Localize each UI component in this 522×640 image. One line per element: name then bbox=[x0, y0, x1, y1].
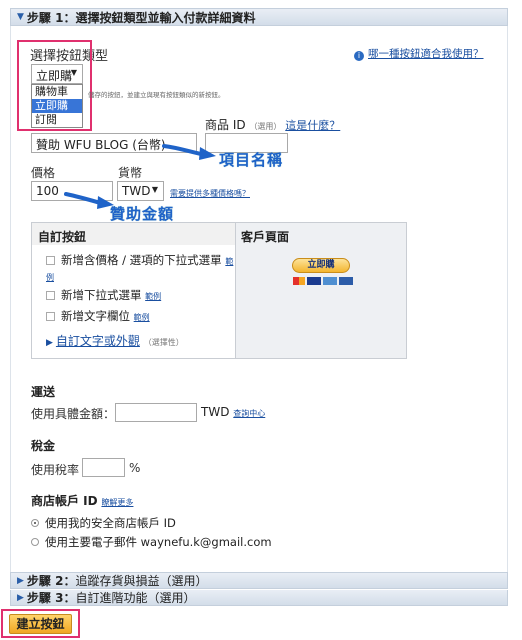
custom-option-2[interactable]: 新增下拉式選單 範例 bbox=[46, 287, 161, 303]
checkbox-icon[interactable] bbox=[46, 291, 55, 300]
price-label: 價格 bbox=[31, 166, 56, 180]
caret-right-icon: ▶ bbox=[46, 338, 53, 348]
merchant-option-1[interactable]: 使用我的安全商店帳戶 ID bbox=[31, 515, 176, 531]
shipping-label: 使用具體金額： bbox=[31, 407, 116, 421]
checkbox-icon[interactable] bbox=[46, 312, 55, 321]
custom-option-2-text: 新增下拉式選單 bbox=[61, 288, 142, 302]
annotation-amount: 贊助金額 bbox=[110, 205, 175, 223]
step3-header[interactable]: ▶ 步驟 3： 自訂進階功能（選用） bbox=[10, 590, 508, 606]
custom-option-3-text: 新增文字欄位 bbox=[61, 309, 130, 323]
custom-option-1-text: 新增含價格 / 選項的下拉式選單 bbox=[61, 253, 222, 267]
help-circle-icon: i bbox=[354, 51, 364, 61]
customize-appearance-row[interactable]: ▶ 自訂文字或外觀 （選擇性） bbox=[46, 332, 184, 349]
bank-icon bbox=[339, 277, 353, 285]
annotation-item-name: 項目名稱 bbox=[219, 151, 284, 169]
custom-option-3[interactable]: 新增文字欄位 範例 bbox=[46, 308, 150, 324]
currency-value: TWD bbox=[122, 184, 151, 198]
shipping-unit: TWD bbox=[201, 405, 230, 419]
shipping-title: 運送 bbox=[31, 385, 56, 399]
shipping-help-link[interactable]: 查詢中心 bbox=[233, 409, 265, 418]
checkbox-icon[interactable] bbox=[46, 256, 55, 265]
merchant-option-2-text: 使用主要電子郵件 waynefu.k@gmail.com bbox=[45, 535, 272, 549]
custom-option-2-example[interactable]: 範例 bbox=[145, 292, 161, 301]
price-value: 100 bbox=[36, 184, 59, 198]
multi-price-link[interactable]: 需要提供多種價格嗎？ bbox=[170, 188, 250, 199]
step2-subtitle: 追蹤存貨與損益（選用） bbox=[75, 574, 208, 588]
collapse-arrow-icon: ▼ bbox=[17, 12, 24, 22]
product-id-label-row: 商品 ID （選用） 這是什麼？ bbox=[205, 116, 340, 133]
merchant-option-1-text: 使用我的安全商店帳戶 ID bbox=[45, 516, 176, 530]
create-button[interactable]: 建立按鈕 bbox=[9, 614, 72, 634]
create-button-label: 建立按鈕 bbox=[16, 617, 65, 631]
product-id-label: 商品 ID bbox=[205, 118, 246, 132]
currency-label: 貨幣 bbox=[118, 166, 143, 180]
tax-label: 使用稅率 bbox=[31, 463, 80, 477]
step2-header[interactable]: ▶ 步驟 2： 追蹤存貨與損益（選用） bbox=[10, 572, 508, 589]
merchant-title: 商店帳戶 ID bbox=[31, 494, 98, 508]
shipping-input[interactable] bbox=[115, 403, 197, 422]
custom-option-3-example[interactable]: 範例 bbox=[134, 313, 150, 322]
preview-title: 客戶頁面 bbox=[241, 230, 290, 244]
item-name-value: 贊助 WFU BLOG (台幣) bbox=[36, 138, 166, 152]
customize-optional: （選擇性） bbox=[143, 338, 184, 347]
step3-title: 步驟 3： bbox=[26, 591, 76, 605]
step1-header[interactable]: ▼ 步驟 1：選擇按鈕類型並輸入付款詳細資料 bbox=[10, 8, 508, 26]
expand-arrow-icon: ▶ bbox=[17, 575, 24, 586]
custom-button-title: 自訂按鈕 bbox=[38, 230, 87, 244]
expand-arrow-icon: ▶ bbox=[17, 592, 24, 603]
help-link[interactable]: i 哪一種按鈕適合我使用？ bbox=[354, 46, 484, 61]
step3-subtitle: 自訂進階功能（選用） bbox=[75, 591, 196, 605]
step2-title: 步驟 2： bbox=[26, 574, 76, 588]
amex-icon bbox=[323, 277, 337, 285]
merchant-learn-more[interactable]: 瞭解更多 bbox=[101, 498, 133, 507]
tax-rate-input[interactable] bbox=[82, 458, 125, 477]
shipping-unit-row: TWD 查詢中心 bbox=[201, 405, 265, 419]
merchant-option-2[interactable]: 使用主要電子郵件 waynefu.k@gmail.com bbox=[31, 534, 272, 550]
step1-title: 步驟 1：選擇按鈕類型並輸入付款詳細資料 bbox=[26, 10, 256, 25]
button-type-highlight bbox=[17, 40, 92, 131]
merchant-title-row: 商店帳戶 ID 瞭解更多 bbox=[31, 492, 133, 509]
tax-unit: % bbox=[129, 461, 141, 475]
paypal-buy-now-button: 立即購 bbox=[292, 258, 350, 273]
button-type-hint: 儲存的按鈕，並建立與現有按鈕類似的新按鈕。 bbox=[88, 91, 225, 99]
paypal-button-label: 立即購 bbox=[307, 260, 335, 270]
custom-option-1[interactable]: 新增含價格 / 選項的下拉式選單 範例 bbox=[46, 253, 236, 285]
card-logos bbox=[293, 277, 353, 285]
radio-selected-icon[interactable] bbox=[31, 519, 39, 527]
help-link-text: 哪一種按鈕適合我使用？ bbox=[368, 48, 484, 60]
customize-appearance-link: 自訂文字或外觀 bbox=[55, 334, 140, 348]
product-id-optional: （選用） bbox=[249, 122, 282, 131]
mastercard-icon bbox=[293, 277, 305, 285]
what-is-this-link[interactable]: 這是什麼？ bbox=[285, 119, 340, 132]
visa-icon bbox=[307, 277, 321, 285]
chevron-down-icon: ▼ bbox=[151, 185, 158, 194]
currency-select[interactable]: TWD ▼ bbox=[117, 181, 164, 201]
tax-title: 稅金 bbox=[31, 439, 56, 453]
radio-unselected-icon[interactable] bbox=[31, 538, 39, 546]
annotation-arrow-item-name bbox=[162, 144, 216, 160]
